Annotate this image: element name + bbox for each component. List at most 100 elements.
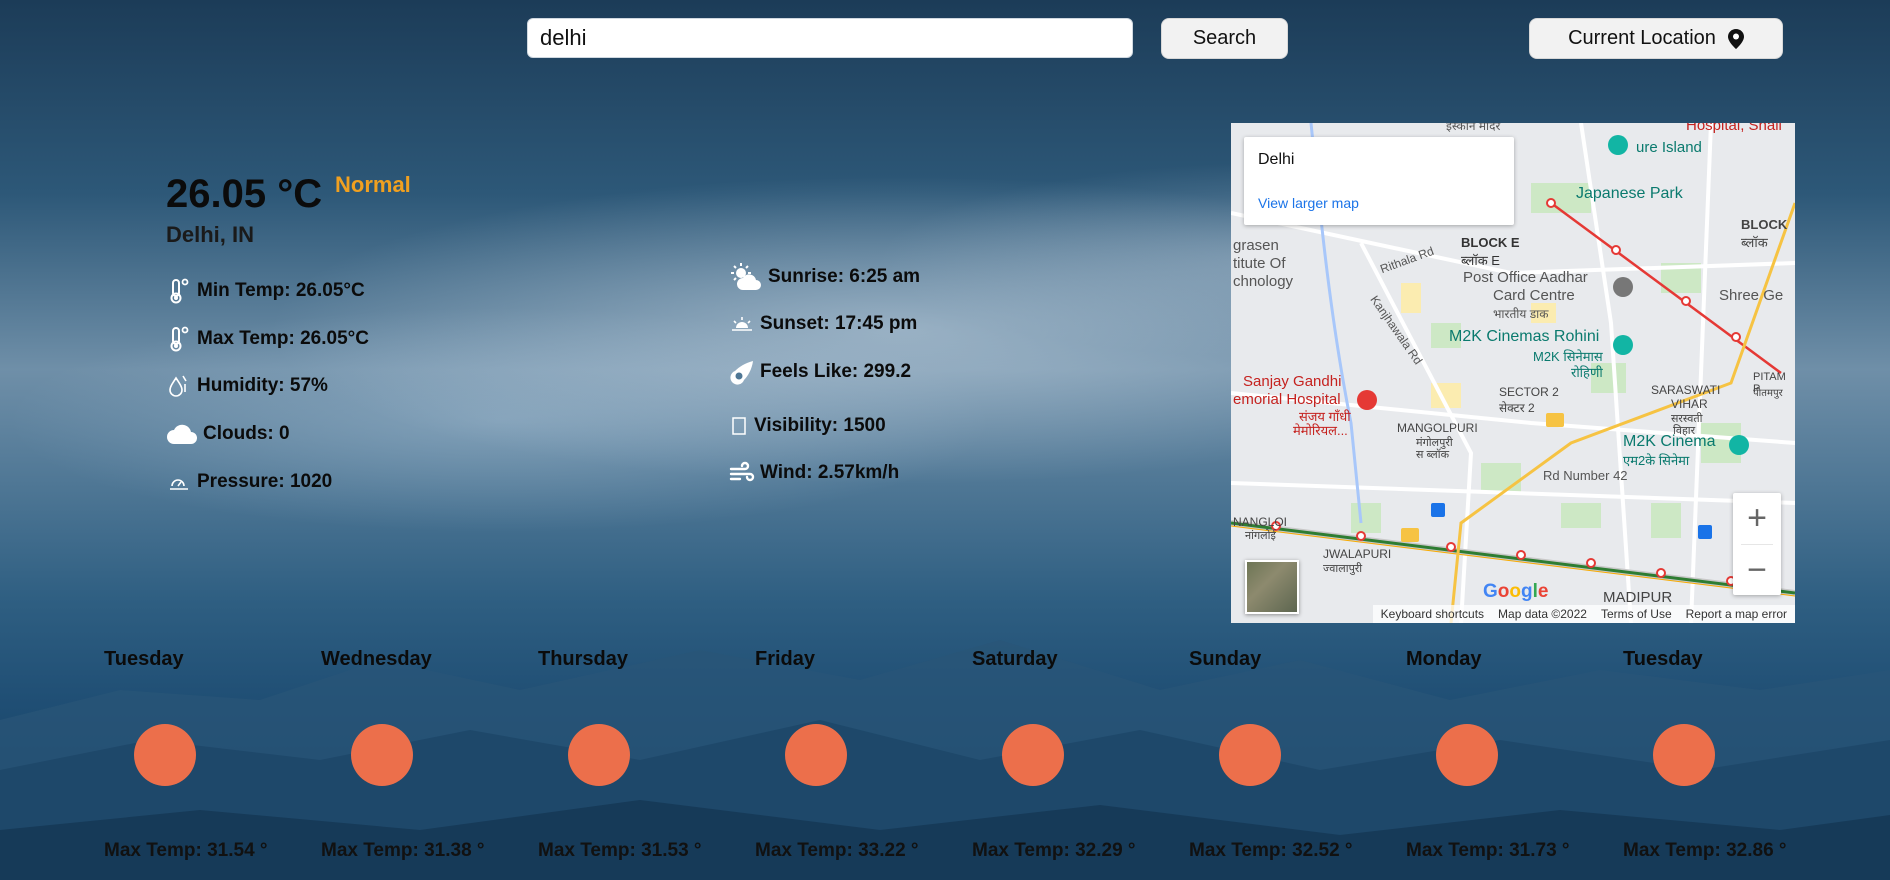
sun-icon <box>134 724 196 786</box>
forecast-day-name: Wednesday <box>321 648 432 670</box>
map-pin-icon <box>1727 28 1744 49</box>
min-temp-stat: Min Temp: 26.05°C <box>166 278 365 304</box>
map-label: M2K Cinemas Rohini <box>1449 328 1600 345</box>
current-temperature: 26.05 °C <box>166 172 323 216</box>
wind-stat: Wind: 2.57km/h <box>729 460 899 486</box>
map-label: पीतमपुर <box>1753 388 1783 399</box>
forecast-max-temp: Max Temp: 31.38 ° <box>321 840 485 861</box>
satellite-toggle[interactable] <box>1245 560 1299 614</box>
terms-of-use-link[interactable]: Terms of Use <box>1601 607 1672 621</box>
forecast-max-temp: Max Temp: 33.22 ° <box>755 840 919 861</box>
map-label: Shree Ge <box>1719 287 1784 304</box>
temperature-status: Normal <box>335 172 411 197</box>
map-label: BLOCK E <box>1461 235 1520 250</box>
search-input[interactable] <box>527 18 1133 58</box>
map-label: BLOCK <box>1741 217 1788 232</box>
feels-like-text: Feels Like: 299.2 <box>760 361 912 382</box>
search-button[interactable]: Search <box>1161 18 1288 59</box>
current-location-label: Current Location <box>1568 27 1716 49</box>
map-label: Rithala Rd <box>1378 243 1436 277</box>
forecast-day-name: Friday <box>755 648 816 670</box>
pressure-stat: Pressure: 1020 <box>166 469 332 495</box>
forecast-day-name: Tuesday <box>104 648 184 670</box>
wind-icon <box>729 460 755 486</box>
map-label: इस्कॉन मंदिर <box>1446 123 1501 133</box>
visibility-stat: Visibility: 1500 <box>729 413 886 439</box>
thermometer-icon <box>166 278 192 304</box>
map-label: Card Centre <box>1493 287 1575 304</box>
map-label: सेक्टर 2 <box>1499 401 1535 415</box>
max-temp-stat: Max Temp: 26.05°C <box>166 326 369 352</box>
sunset-stat: Sunset: 17:45 pm <box>729 311 917 337</box>
feels-like-icon <box>729 359 755 385</box>
map-label: ब्लॉक E <box>1461 253 1500 268</box>
forecast-max-temp: Max Temp: 31.53 ° <box>538 840 702 861</box>
view-larger-map-link[interactable]: View larger map <box>1258 195 1359 211</box>
keyboard-shortcuts-link[interactable]: Keyboard shortcuts <box>1381 607 1484 621</box>
map-label: grasen <box>1233 237 1279 254</box>
cloud-icon <box>166 421 198 447</box>
map-data-text: Map data ©2022 <box>1498 607 1587 621</box>
zoom-out-button[interactable]: − <box>1733 545 1781 596</box>
feels-like-stat: Feels Like: 299.2 <box>729 359 911 385</box>
map-label: ब्लॉक <box>1741 235 1768 250</box>
map-label: एम2के सिनेमा <box>1623 453 1690 468</box>
clouds-text: Clouds: 0 <box>203 423 290 444</box>
map-place-name: Delhi <box>1258 151 1295 168</box>
clouds-stat: Clouds: 0 <box>166 421 290 447</box>
map-label: ज्वालापुरी <box>1323 563 1363 575</box>
sun-icon <box>1653 724 1715 786</box>
forecast-max-temp: Max Temp: 31.73 ° <box>1406 840 1570 861</box>
sunrise-icon <box>729 263 763 290</box>
map-label: SARASWATI <box>1651 383 1721 397</box>
city-name: Delhi, IN <box>166 222 255 247</box>
humidity-stat: Humidity: 57% <box>166 373 328 399</box>
forecast-day-name: Tuesday <box>1623 648 1703 670</box>
map-label: Sanjay Gandhi <box>1243 373 1342 390</box>
map-zoom-controls: + − <box>1733 493 1781 595</box>
humidity-text: Humidity: 57% <box>197 375 328 396</box>
forecast-day-name: Sunday <box>1189 648 1262 670</box>
sunrise-stat: Sunrise: 6:25 am <box>729 263 921 290</box>
map-attribution: Keyboard shortcuts Map data ©2022 Terms … <box>1372 605 1795 623</box>
map-label: Kanjhawala Rd <box>1367 292 1426 368</box>
forecast-max-temp: Max Temp: 32.29 ° <box>972 840 1136 861</box>
sunset-text: Sunset: 17:45 pm <box>760 313 918 334</box>
map-label: रोहिणी <box>1571 365 1603 380</box>
report-map-error-link[interactable]: Report a map error <box>1686 607 1787 621</box>
zoom-in-button[interactable]: + <box>1733 493 1781 544</box>
forecast-max-temp: Max Temp: 32.86 ° <box>1623 840 1787 861</box>
map-info-card: Delhi View larger map <box>1244 137 1514 225</box>
map-label: स ब्लॉक <box>1416 449 1450 461</box>
current-location-button[interactable]: Current Location <box>1529 18 1783 59</box>
map-label: MANGOLPURI <box>1397 421 1478 435</box>
forecast-day-name: Saturday <box>972 648 1058 670</box>
sun-icon <box>785 724 847 786</box>
max-temp-text: Max Temp: 26.05°C <box>197 328 369 349</box>
sun-icon <box>568 724 630 786</box>
map-embed[interactable]: ure Island Japanese Park BLOCK ब्लॉक Rit… <box>1231 123 1795 623</box>
map-label: MADIPUR <box>1603 589 1673 606</box>
map-label: emorial Hospital <box>1233 391 1341 408</box>
map-label: JWALAPURI <box>1323 547 1392 561</box>
map-label: titute Of <box>1233 255 1286 272</box>
forecast-day-name: Monday <box>1406 648 1482 670</box>
pressure-text: Pressure: 1020 <box>197 471 333 492</box>
sunrise-text: Sunrise: 6:25 am <box>768 266 921 287</box>
thermometer-icon <box>166 326 192 352</box>
map-label: Rd Number 42 <box>1543 468 1628 483</box>
sun-icon <box>1436 724 1498 786</box>
wind-text: Wind: 2.57km/h <box>760 462 900 483</box>
map-label: Hospital, Shali <box>1686 123 1782 134</box>
sun-icon <box>1002 724 1064 786</box>
map-label: Post Office Aadhar <box>1463 269 1588 286</box>
map-label: chnology <box>1233 273 1294 290</box>
sun-icon <box>1219 724 1281 786</box>
google-logo: Google <box>1483 581 1549 602</box>
forecast-max-temp: Max Temp: 32.52 ° <box>1189 840 1353 861</box>
forecast-max-temp: Max Temp: 31.54 ° <box>104 840 268 861</box>
map-label: नांगलोई <box>1245 530 1276 542</box>
map-label: NANGLOI <box>1233 515 1288 529</box>
map-label: ure Island <box>1636 139 1702 156</box>
visibility-text: Visibility: 1500 <box>754 415 886 436</box>
